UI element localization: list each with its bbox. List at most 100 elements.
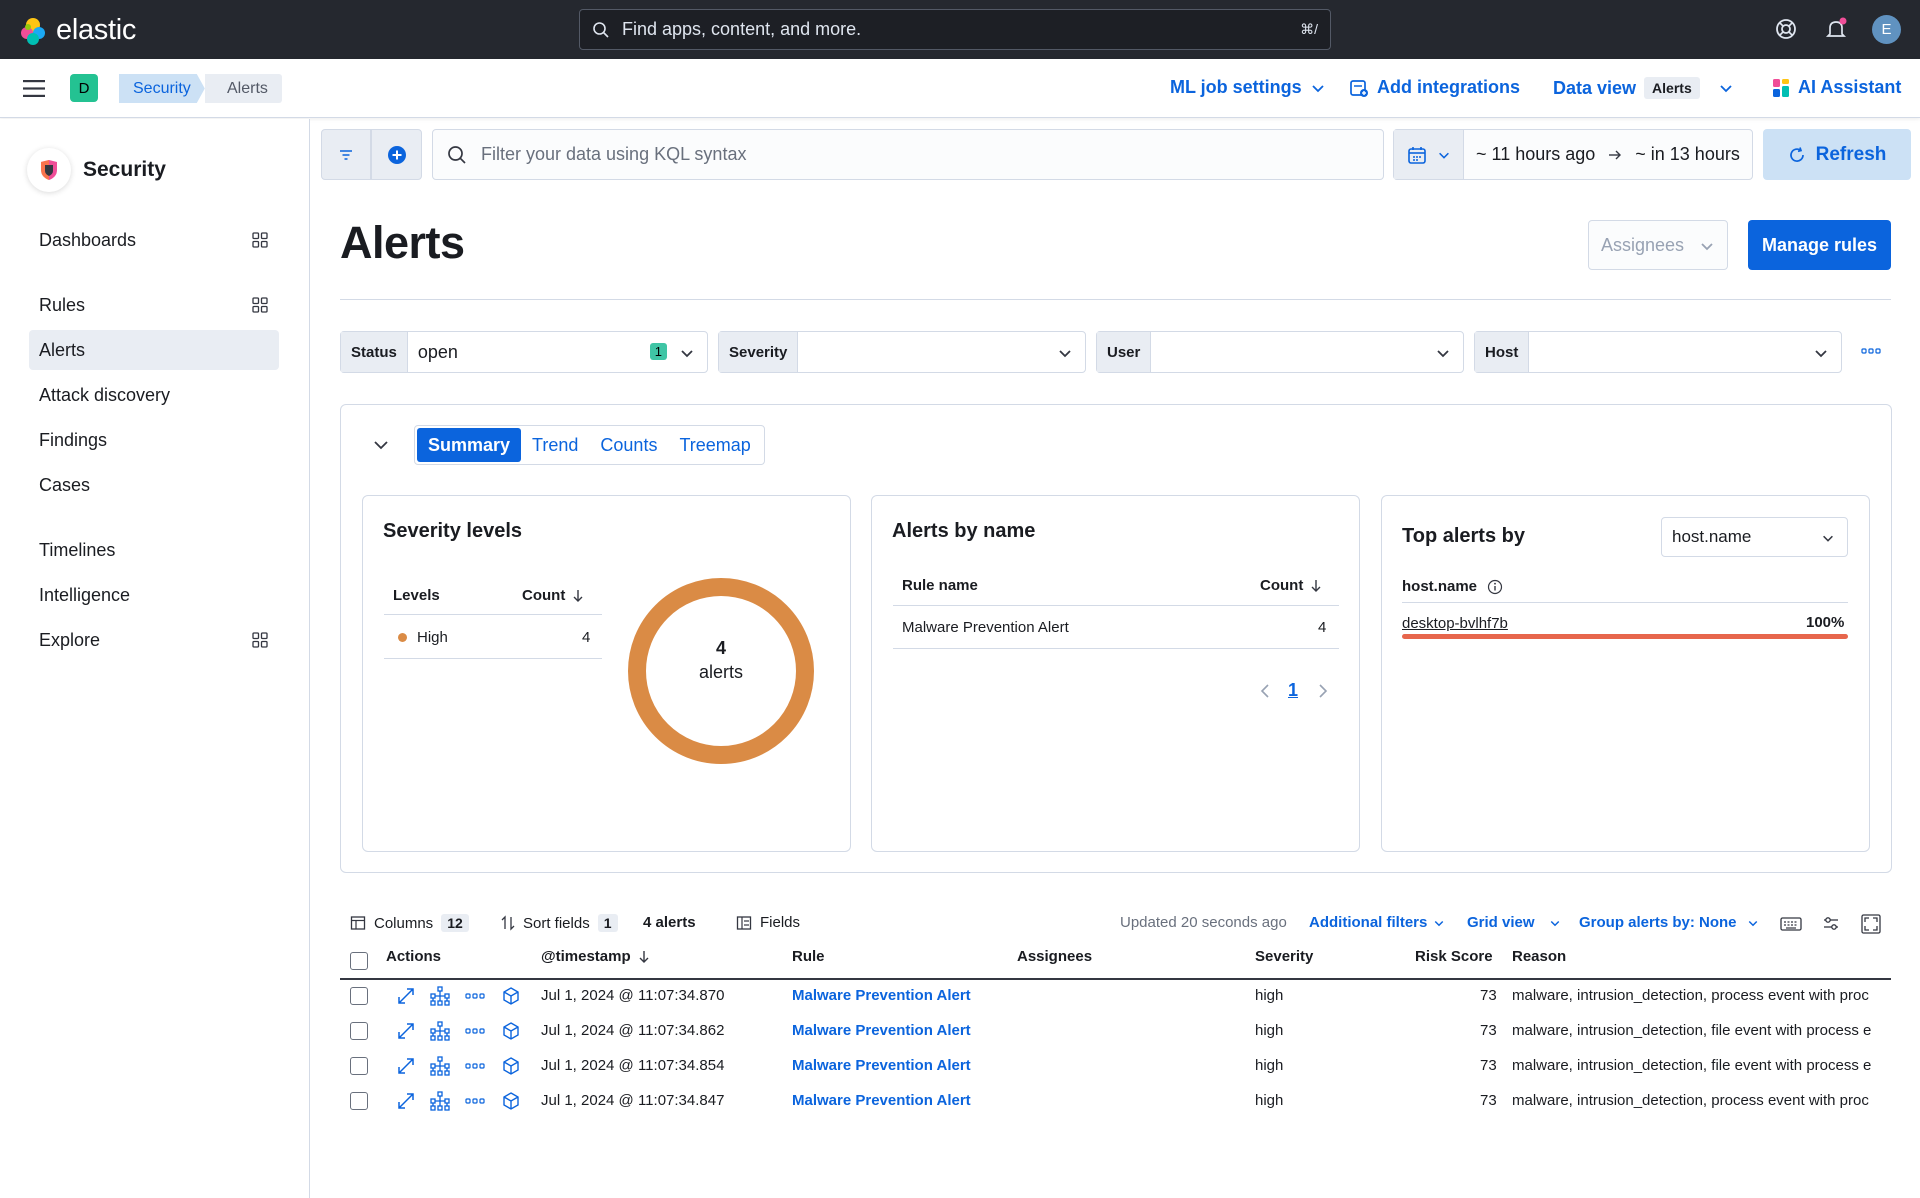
collapse-chevron-icon[interactable] [372,436,390,454]
group-alerts-button[interactable]: Group alerts by: None [1579,914,1759,931]
breadcrumb-security[interactable]: Security [119,74,205,103]
top-alert-host[interactable]: desktop-bvlhf7b [1402,615,1508,632]
top-alerts-field-select[interactable]: host.name [1661,517,1848,557]
row-risk-score: 73 [1480,1022,1497,1039]
add-integrations-button[interactable]: Add integrations [1349,77,1520,98]
pagination-next-icon[interactable] [1316,682,1330,700]
row-rule-link[interactable]: Malware Prevention Alert [792,1022,971,1039]
top-alerts-title: Top alerts by [1402,525,1525,547]
chevron-down-icon [1435,920,1444,926]
pagination-page[interactable]: 1 [1288,680,1298,701]
more-actions-icon[interactable] [465,986,485,1006]
global-search-input[interactable]: Find apps, content, and more. ⌘/ [579,9,1331,50]
more-options-icon[interactable] [1861,346,1881,356]
additional-filters-button[interactable]: Additional filters [1309,914,1445,931]
columns-button[interactable]: Columns 12 [350,914,469,932]
count-column-header[interactable]: Count [522,587,585,604]
severity-filter[interactable]: Severity [718,331,1086,373]
sidebar-item-intelligence[interactable]: Intelligence [29,575,279,615]
row-rule-link[interactable]: Malware Prevention Alert [792,987,971,1004]
status-filter[interactable]: Status open 1 [340,331,708,373]
more-actions-icon[interactable] [465,1091,485,1111]
sidebar-item-attack-discovery[interactable]: Attack discovery [29,375,279,415]
column-header-severity[interactable]: Severity [1255,948,1313,965]
column-header-rule[interactable]: Rule [792,948,825,965]
apps-grid-icon[interactable] [252,632,268,648]
row-rule-link[interactable]: Malware Prevention Alert [792,1092,971,1109]
keyboard-icon[interactable] [1780,916,1802,932]
sidebar-item-dashboards[interactable]: Dashboards [29,220,279,260]
help-icon[interactable] [1774,17,1798,41]
elastic-logo[interactable]: elastic [18,14,136,47]
analyze-event-icon[interactable] [430,986,450,1006]
more-actions-icon[interactable] [465,1021,485,1041]
alert-rule-name[interactable]: Malware Prevention Alert [902,619,1069,636]
sidebar-item-rules[interactable]: Rules [29,285,279,325]
expand-event-icon[interactable] [396,986,416,1006]
chevron-down-icon [1823,535,1833,542]
brand-name: elastic [56,14,137,46]
ai-assistant-button[interactable]: AI Assistant [1772,77,1901,98]
sidebar-item-findings[interactable]: Findings [29,420,279,460]
column-header-risk-score[interactable]: Risk Score [1415,948,1493,965]
apps-grid-icon[interactable] [252,232,268,248]
pagination-prev-icon[interactable] [1258,682,1272,700]
column-header-actions: Actions [386,948,442,965]
session-view-icon[interactable] [501,1091,521,1111]
sidebar-item-alerts[interactable]: Alerts [29,330,279,370]
assignees-filter-button[interactable]: Assignees [1588,220,1728,270]
time-start[interactable]: ~ 11 hours ago [1476,144,1595,165]
filter-options-button[interactable] [321,129,371,180]
display-settings-icon[interactable] [1822,915,1840,933]
time-end[interactable]: ~ in 13 hours [1635,144,1740,165]
row-checkbox[interactable] [350,1057,368,1075]
select-all-checkbox[interactable] [350,952,368,970]
fullscreen-icon[interactable] [1861,914,1881,934]
sidebar-item-explore[interactable]: Explore [29,620,279,660]
add-filter-button[interactable] [371,129,422,180]
fields-button[interactable]: Fields [736,914,800,931]
session-view-icon[interactable] [501,1021,521,1041]
column-header-assignees[interactable]: Assignees [1017,948,1092,965]
sidebar-item-cases[interactable]: Cases [29,465,279,505]
data-view-selector[interactable]: Data view Alerts [1553,77,1734,99]
expand-event-icon[interactable] [396,1021,416,1041]
severity-level-high[interactable]: High [417,629,448,646]
sort-fields-button[interactable]: Sort fields 1 [501,914,618,932]
row-checkbox[interactable] [350,1022,368,1040]
user-filter[interactable]: User [1096,331,1464,373]
manage-rules-button[interactable]: Manage rules [1748,220,1891,270]
expand-event-icon[interactable] [396,1056,416,1076]
tab-counts[interactable]: Counts [589,428,668,462]
space-avatar[interactable]: D [70,74,98,102]
row-rule-link[interactable]: Malware Prevention Alert [792,1057,971,1074]
host-filter[interactable]: Host [1474,331,1842,373]
row-checkbox[interactable] [350,1092,368,1110]
tab-summary[interactable]: Summary [417,428,522,462]
refresh-button[interactable]: Refresh [1763,129,1911,180]
row-checkbox[interactable] [350,987,368,1005]
column-header-timestamp[interactable]: @timestamp [541,948,651,965]
more-actions-icon[interactable] [465,1056,485,1076]
alerts-count: 4 alerts [643,914,696,931]
sidebar-item-timelines[interactable]: Timelines [29,530,279,570]
info-icon[interactable] [1487,579,1503,595]
column-header-reason[interactable]: Reason [1512,948,1566,965]
analyze-event-icon[interactable] [430,1021,450,1041]
ml-job-settings-button[interactable]: ML job settings [1170,77,1326,98]
apps-grid-icon[interactable] [252,297,268,313]
session-view-icon[interactable] [501,1056,521,1076]
kql-query-input[interactable]: Filter your data using KQL syntax [432,129,1384,180]
tab-treemap[interactable]: Treemap [668,428,761,462]
tab-trend[interactable]: Trend [521,428,589,462]
notifications-icon[interactable] [1824,17,1848,41]
menu-icon[interactable] [23,80,45,97]
analyze-event-icon[interactable] [430,1091,450,1111]
quick-select-button[interactable] [1394,130,1464,179]
user-avatar[interactable]: E [1872,15,1901,44]
analyze-event-icon[interactable] [430,1056,450,1076]
session-view-icon[interactable] [501,986,521,1006]
count-column-header[interactable]: Count [1260,577,1323,594]
expand-event-icon[interactable] [396,1091,416,1111]
grid-view-button[interactable]: Grid view [1467,914,1561,931]
